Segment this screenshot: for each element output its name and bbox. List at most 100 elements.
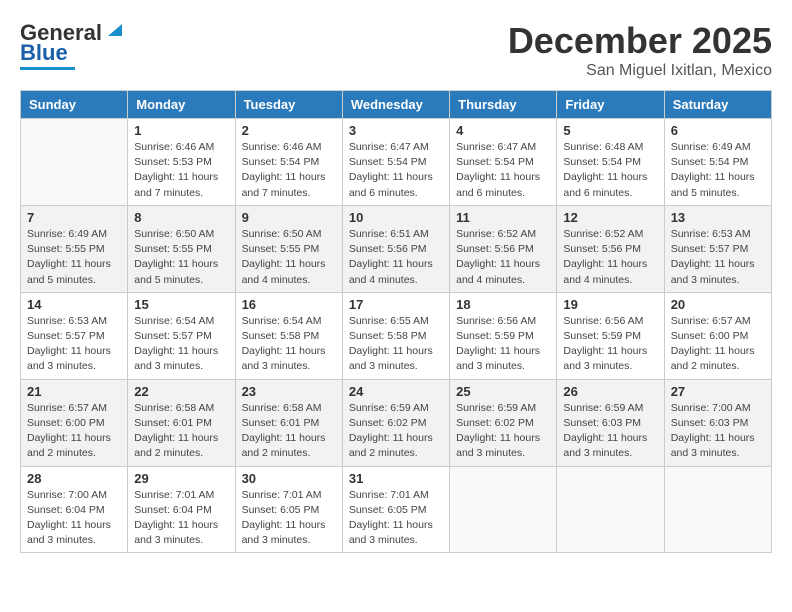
day-number: 27 [671,384,765,399]
day-info: Sunrise: 7:00 AM Sunset: 6:04 PM Dayligh… [27,488,121,549]
day-info: Sunrise: 6:54 AM Sunset: 5:58 PM Dayligh… [242,314,336,375]
weekday-header-saturday: Saturday [664,91,771,119]
calendar-cell: 25 Sunrise: 6:59 AM Sunset: 6:02 PM Dayli… [450,379,557,466]
weekday-header-wednesday: Wednesday [342,91,449,119]
calendar-cell: 18 Sunrise: 6:56 AM Sunset: 5:59 PM Dayli… [450,292,557,379]
day-number: 7 [27,210,121,225]
calendar-cell: 2Sunrise: 6:46 AM Sunset: 5:54 PM Daylig… [235,119,342,206]
day-number: 28 [27,471,121,486]
day-info: Sunrise: 6:47 AM Sunset: 5:54 PM Dayligh… [456,140,550,201]
day-number: 18 [456,297,550,312]
day-number: 25 [456,384,550,399]
day-number: 4 [456,123,550,138]
day-info: Sunrise: 6:55 AM Sunset: 5:58 PM Dayligh… [349,314,443,375]
calendar-cell: 6 Sunrise: 6:49 AM Sunset: 5:54 PM Daylig… [664,119,771,206]
calendar-cell: 29Sunrise: 7:01 AM Sunset: 6:04 PM Dayli… [128,466,235,553]
day-info: Sunrise: 6:48 AM Sunset: 5:54 PM Dayligh… [563,140,657,201]
calendar-week-3: 14 Sunrise: 6:53 AM Sunset: 5:57 PM Dayli… [21,292,772,379]
calendar-week-5: 28 Sunrise: 7:00 AM Sunset: 6:04 PM Dayli… [21,466,772,553]
calendar-cell: 19 Sunrise: 6:56 AM Sunset: 5:59 PM Dayli… [557,292,664,379]
calendar-cell: 17Sunrise: 6:55 AM Sunset: 5:58 PM Dayli… [342,292,449,379]
logo-underline [20,67,75,70]
page-header: General Blue December 2025 San Miguel Ix… [20,20,772,80]
day-number: 8 [134,210,228,225]
day-number: 3 [349,123,443,138]
day-number: 6 [671,123,765,138]
day-info: Sunrise: 6:56 AM Sunset: 5:59 PM Dayligh… [456,314,550,375]
day-info: Sunrise: 6:58 AM Sunset: 6:01 PM Dayligh… [242,401,336,462]
calendar-cell: 23 Sunrise: 6:58 AM Sunset: 6:01 PM Dayli… [235,379,342,466]
day-info: Sunrise: 7:00 AM Sunset: 6:03 PM Dayligh… [671,401,765,462]
day-number: 9 [242,210,336,225]
day-info: Sunrise: 6:57 AM Sunset: 6:00 PM Dayligh… [27,401,121,462]
day-number: 11 [456,210,550,225]
day-info: Sunrise: 6:46 AM Sunset: 5:53 PM Dayligh… [134,140,228,201]
day-number: 19 [563,297,657,312]
day-number: 10 [349,210,443,225]
calendar-cell [450,466,557,553]
day-info: Sunrise: 6:47 AM Sunset: 5:54 PM Dayligh… [349,140,443,201]
day-number: 23 [242,384,336,399]
day-info: Sunrise: 6:56 AM Sunset: 5:59 PM Dayligh… [563,314,657,375]
day-info: Sunrise: 6:51 AM Sunset: 5:56 PM Dayligh… [349,227,443,288]
calendar-cell: 26 Sunrise: 6:59 AM Sunset: 6:03 PM Dayli… [557,379,664,466]
day-info: Sunrise: 6:59 AM Sunset: 6:03 PM Dayligh… [563,401,657,462]
logo-arrow-icon [104,18,126,40]
logo-blue-text: Blue [20,40,68,66]
day-info: Sunrise: 6:50 AM Sunset: 5:55 PM Dayligh… [134,227,228,288]
day-number: 16 [242,297,336,312]
day-info: Sunrise: 7:01 AM Sunset: 6:05 PM Dayligh… [242,488,336,549]
day-info: Sunrise: 6:54 AM Sunset: 5:57 PM Dayligh… [134,314,228,375]
calendar-cell: 21 Sunrise: 6:57 AM Sunset: 6:00 PM Dayli… [21,379,128,466]
day-info: Sunrise: 6:59 AM Sunset: 6:02 PM Dayligh… [349,401,443,462]
calendar-cell: 11 Sunrise: 6:52 AM Sunset: 5:56 PM Dayli… [450,205,557,292]
title-area: December 2025 San Miguel Ixitlan, Mexico [508,20,772,80]
day-number: 24 [349,384,443,399]
day-number: 22 [134,384,228,399]
calendar-cell: 27 Sunrise: 7:00 AM Sunset: 6:03 PM Dayli… [664,379,771,466]
calendar-table: SundayMondayTuesdayWednesdayThursdayFrid… [20,90,772,553]
day-number: 1 [134,123,228,138]
day-info: Sunrise: 6:52 AM Sunset: 5:56 PM Dayligh… [456,227,550,288]
calendar-cell: 1 Sunrise: 6:46 AM Sunset: 5:53 PM Daylig… [128,119,235,206]
weekday-header-sunday: Sunday [21,91,128,119]
calendar-week-1: 1 Sunrise: 6:46 AM Sunset: 5:53 PM Daylig… [21,119,772,206]
day-number: 20 [671,297,765,312]
day-info: Sunrise: 6:53 AM Sunset: 5:57 PM Dayligh… [671,227,765,288]
calendar-cell: 5Sunrise: 6:48 AM Sunset: 5:54 PM Daylig… [557,119,664,206]
location-title: San Miguel Ixitlan, Mexico [508,62,772,80]
calendar-cell: 20 Sunrise: 6:57 AM Sunset: 6:00 PM Dayli… [664,292,771,379]
day-number: 14 [27,297,121,312]
logo: General Blue [20,20,126,70]
calendar-cell: 8 Sunrise: 6:50 AM Sunset: 5:55 PM Daylig… [128,205,235,292]
day-number: 26 [563,384,657,399]
day-info: Sunrise: 6:53 AM Sunset: 5:57 PM Dayligh… [27,314,121,375]
calendar-header-row: SundayMondayTuesdayWednesdayThursdayFrid… [21,91,772,119]
calendar-cell: 28 Sunrise: 7:00 AM Sunset: 6:04 PM Dayli… [21,466,128,553]
day-number: 2 [242,123,336,138]
calendar-cell: 4 Sunrise: 6:47 AM Sunset: 5:54 PM Daylig… [450,119,557,206]
day-info: Sunrise: 6:57 AM Sunset: 6:00 PM Dayligh… [671,314,765,375]
day-number: 29 [134,471,228,486]
day-number: 31 [349,471,443,486]
calendar-cell: 30Sunrise: 7:01 AM Sunset: 6:05 PM Dayli… [235,466,342,553]
calendar-week-4: 21 Sunrise: 6:57 AM Sunset: 6:00 PM Dayli… [21,379,772,466]
calendar-cell: 12Sunrise: 6:52 AM Sunset: 5:56 PM Dayli… [557,205,664,292]
calendar-cell [21,119,128,206]
weekday-header-friday: Friday [557,91,664,119]
calendar-cell: 31Sunrise: 7:01 AM Sunset: 6:05 PM Dayli… [342,466,449,553]
day-number: 13 [671,210,765,225]
day-info: Sunrise: 6:50 AM Sunset: 5:55 PM Dayligh… [242,227,336,288]
day-info: Sunrise: 6:59 AM Sunset: 6:02 PM Dayligh… [456,401,550,462]
day-info: Sunrise: 6:49 AM Sunset: 5:54 PM Dayligh… [671,140,765,201]
calendar-cell: 13 Sunrise: 6:53 AM Sunset: 5:57 PM Dayli… [664,205,771,292]
day-number: 21 [27,384,121,399]
calendar-cell: 15Sunrise: 6:54 AM Sunset: 5:57 PM Dayli… [128,292,235,379]
calendar-week-2: 7 Sunrise: 6:49 AM Sunset: 5:55 PM Daylig… [21,205,772,292]
calendar-cell: 10 Sunrise: 6:51 AM Sunset: 5:56 PM Dayli… [342,205,449,292]
day-info: Sunrise: 6:49 AM Sunset: 5:55 PM Dayligh… [27,227,121,288]
weekday-header-thursday: Thursday [450,91,557,119]
calendar-cell: 9 Sunrise: 6:50 AM Sunset: 5:55 PM Daylig… [235,205,342,292]
calendar-cell [557,466,664,553]
day-number: 12 [563,210,657,225]
